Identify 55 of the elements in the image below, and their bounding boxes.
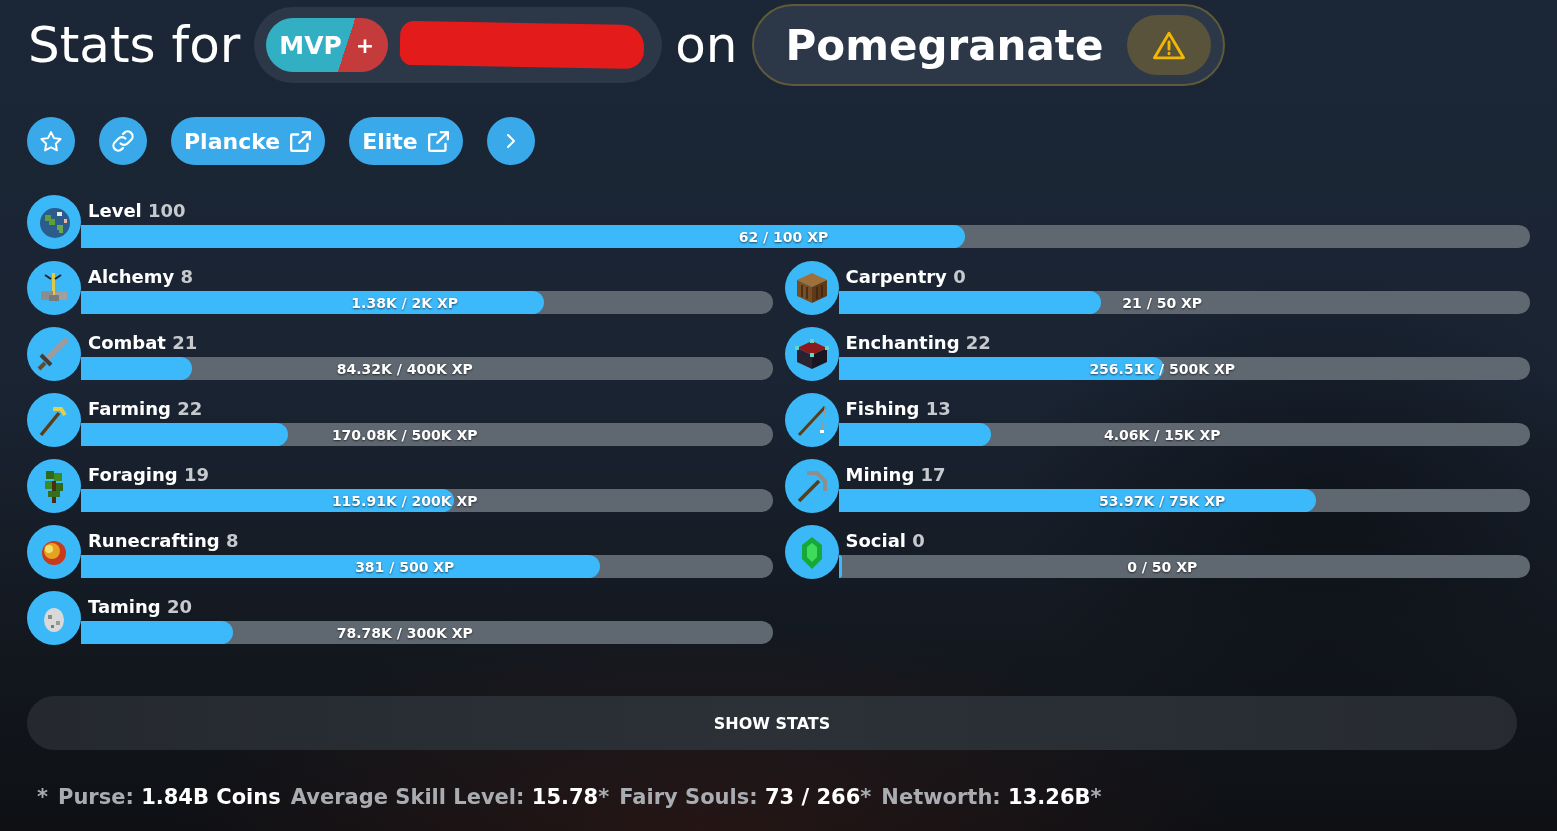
xp-text: 21 / 50 XP: [1122, 295, 1203, 310]
skill-label: Combat 21: [88, 334, 198, 352]
xp-text: 115.91K / 200K XP: [331, 493, 478, 508]
hoe-icon: [27, 393, 81, 447]
skill-label: Runecrafting 8: [88, 532, 239, 550]
xp-text: 170.08K / 500K XP: [331, 427, 478, 442]
external-link-icon: [427, 130, 449, 152]
profile-selector[interactable]: Pomegranate: [751, 4, 1226, 86]
xp-text: 381 / 500 XP: [355, 559, 455, 574]
enchanting-table-icon: [784, 327, 839, 381]
skill-label: Enchanting 22: [845, 334, 991, 352]
xp-text: 256.51K / 500K XP: [1089, 361, 1236, 376]
warning-icon: [1153, 30, 1186, 60]
egg-icon: [27, 591, 81, 645]
skill-label: Fishing 13: [845, 400, 951, 418]
stat-text: Purse: 1.84B Coins: [58, 785, 281, 809]
xp-text: 62 / 100 XP: [738, 229, 829, 244]
skill-label: Mining 17: [845, 466, 946, 484]
xp-text: 0 / 50 XP: [1127, 559, 1198, 574]
pickaxe-icon: [784, 459, 839, 513]
emerald-icon: [784, 525, 839, 579]
link-icon: [112, 130, 134, 152]
brewing-stand-icon: [27, 261, 81, 315]
star-icon: [40, 130, 62, 152]
stat-text: Fairy Souls: 73 / 266*: [619, 785, 872, 809]
skill-label: Foraging 19: [88, 466, 210, 484]
skill-label: Carpentry 0: [845, 268, 966, 286]
stat-text: Networth: 13.26B*: [881, 785, 1102, 809]
wooden-crate-icon: [784, 261, 839, 315]
skill-label: Farming 22: [88, 400, 203, 418]
stat-text: Average Skill Level: 15.78*: [290, 785, 610, 809]
footnote-mark: *: [37, 785, 48, 809]
chevron-right-icon: [506, 134, 515, 148]
xp-text: 78.78K / 300K XP: [336, 625, 473, 640]
more-button[interactable]: [486, 117, 535, 165]
orb-icon: [27, 525, 81, 579]
skill-label: Social 0: [845, 532, 925, 550]
xp-text: 4.06K / 15K XP: [1104, 427, 1221, 442]
xp-text: 84.32K / 400K XP: [336, 361, 473, 376]
xp-text: 1.38K / 2K XP: [351, 295, 459, 310]
skill-label: Level 100: [88, 202, 186, 220]
show-stats-button[interactable]: SHOW STATS: [27, 696, 1517, 750]
xp-text: 53.97K / 75K XP: [1099, 493, 1226, 508]
external-link-icon: [290, 130, 312, 152]
rank-badge: MVP +: [266, 18, 389, 72]
connector-text: on: [675, 20, 738, 70]
heading-text: Stats for: [28, 20, 241, 70]
favorite-button[interactable]: [27, 117, 75, 165]
fishing-rod-icon: [784, 393, 839, 447]
copy-link-button[interactable]: [99, 117, 147, 165]
skill-label: Taming 20: [88, 598, 193, 616]
sword-icon: [27, 327, 81, 381]
skill-label: Alchemy 8: [88, 268, 194, 286]
tree-icon: [27, 459, 81, 513]
globe-icon: [27, 195, 81, 249]
